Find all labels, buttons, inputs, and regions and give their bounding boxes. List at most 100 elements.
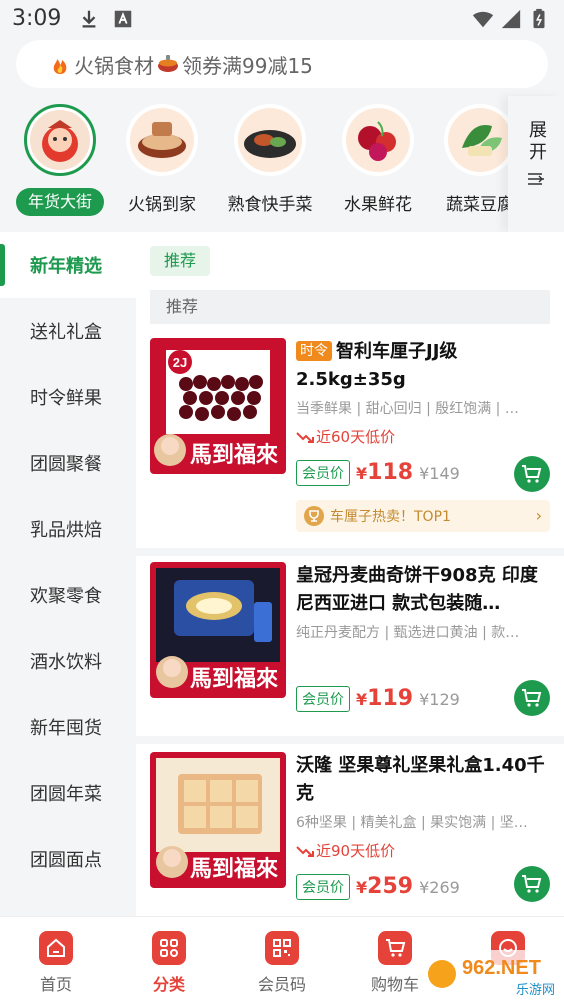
seasonal-badge: 时令 xyxy=(296,341,332,361)
product-card[interactable]: 2J 馬到福來 时令 智利车厘子JJ级 2.5kg±35g 当季鲜果 | 甜心回归… xyxy=(136,338,564,548)
menu-lines-icon xyxy=(528,173,544,185)
sidebar-item-pastries[interactable]: 团圆面点 xyxy=(0,826,136,892)
home-icon xyxy=(39,931,73,965)
product-image[interactable]: 馬到福來 xyxy=(150,752,286,888)
divider xyxy=(136,548,564,556)
search-bar[interactable]: 火锅食材 领券满99减15 xyxy=(16,40,548,88)
price-row: 会员价 ¥259 ¥269 xyxy=(296,874,460,900)
qr-code-icon xyxy=(265,931,299,965)
category-item-fruit[interactable]: 水果鲜花 xyxy=(330,104,426,224)
svg-text:962.NET: 962.NET xyxy=(462,957,541,979)
product-list: 推荐 推荐 2J 馬到福來 时令 智利车厘子JJ级 2.5kg±35g 当季鲜果 … xyxy=(136,232,564,916)
cart-icon xyxy=(522,875,542,893)
category-item-nianhuo[interactable]: 年货大街 xyxy=(12,104,108,224)
add-to-cart-button[interactable] xyxy=(514,866,550,902)
member-price-tag: 会员价 xyxy=(296,686,350,712)
category-item-hotpot[interactable]: 火锅到家 xyxy=(114,104,210,224)
product-image-caption: 馬到福來 xyxy=(190,442,278,468)
low-price-text: 近90天低价 xyxy=(316,842,396,860)
sidebar-item-gift-box[interactable]: 送礼礼盒 xyxy=(0,298,136,364)
product-image[interactable]: 2J 馬到福來 xyxy=(150,338,286,474)
price-value: 119 xyxy=(367,686,414,711)
sidebar-item-snacks[interactable]: 欢聚零食 xyxy=(0,562,136,628)
category-image xyxy=(234,104,306,176)
price: ¥119 xyxy=(356,686,413,711)
category-sidebar: 新年精选 送礼礼盒 时令鲜果 团圆聚餐 乳品烘焙 欢聚零食 酒水饮料 新年囤货 … xyxy=(0,232,136,916)
hot-ranking-text: 车厘子热卖！TOP1 xyxy=(330,509,451,525)
price-value: 259 xyxy=(367,874,414,899)
hot-ranking-bar[interactable]: 车厘子热卖！TOP1 › xyxy=(296,500,550,532)
product-subtitle: 纯正丹麦配方 | 甄选进口黄油 | 款… xyxy=(296,625,520,641)
search-keyword: 火锅食材 xyxy=(74,53,154,78)
sidebar-item-dairy-bakery[interactable]: 乳品烘焙 xyxy=(0,496,136,562)
product-image-caption: 馬到福來 xyxy=(190,666,278,692)
sidebar-item-reunion-dinner[interactable]: 团圆聚餐 xyxy=(0,430,136,496)
price-row: 会员价 ¥119 ¥129 xyxy=(296,686,460,712)
product-subtitle: 6种坚果 | 精美礼盒 | 果实饱满 | 坚… xyxy=(296,815,528,831)
tab-category[interactable]: 分类 xyxy=(113,929,225,1004)
sidebar-item-drinks[interactable]: 酒水饮料 xyxy=(0,628,136,694)
expand-label: 展开 xyxy=(526,120,547,164)
grid-icon xyxy=(152,931,186,965)
product-title: 时令 智利车厘子JJ级 2.5kg±35g xyxy=(296,338,548,394)
low-price-text: 近60天低价 xyxy=(316,428,396,446)
svg-text:乐游网: 乐游网 xyxy=(516,983,555,998)
add-to-cart-button[interactable] xyxy=(514,680,550,716)
sidebar-item-reunion-dishes[interactable]: 团圆年菜 xyxy=(0,760,136,826)
product-subtitle: 当季鲜果 | 甜心回归 | 殷红饱满 | … xyxy=(296,401,519,417)
category-image xyxy=(342,104,414,176)
filter-chip-recommend[interactable]: 推荐 xyxy=(150,246,211,276)
divider xyxy=(136,736,564,744)
product-card[interactable]: 馬到福來 沃隆 坚果尊礼坚果礼盒1.40千克 6种坚果 | 精美礼盒 | 果实饱… xyxy=(136,752,564,916)
category-item-deli[interactable]: 熟食快手菜 xyxy=(222,104,318,224)
text-badge-icon xyxy=(114,10,132,28)
category-label: 年货大街 xyxy=(16,188,104,216)
hotpot-icon xyxy=(158,55,178,72)
trend-down-icon xyxy=(296,845,314,857)
currency-symbol: ¥ xyxy=(356,690,368,709)
add-to-cart-button[interactable] xyxy=(514,456,550,492)
tab-member-code[interactable]: 会员码 xyxy=(226,929,338,1004)
section-header: 推荐 xyxy=(150,290,550,324)
sidebar-item-stockup[interactable]: 新年囤货 xyxy=(0,694,136,760)
expand-categories-button[interactable]: 展开 xyxy=(508,96,564,232)
search-coupon-text: 领券满99减15 xyxy=(182,53,313,78)
sidebar-item-new-year-select[interactable]: 新年精选 xyxy=(0,232,136,298)
original-price: ¥269 xyxy=(419,878,460,897)
original-price: ¥129 xyxy=(419,690,460,709)
low-price-label: 近90天低价 xyxy=(296,840,395,861)
trophy-icon xyxy=(304,506,324,526)
status-bar: 3:09 xyxy=(0,0,564,36)
category-strip: 年货大街 火锅到家 熟食快手菜 水果鲜花 蔬菜豆腐 展开 xyxy=(0,96,564,232)
category-label: 水果鲜花 xyxy=(344,195,412,215)
cart-icon xyxy=(522,465,542,483)
tab-label: 分类 xyxy=(152,975,185,994)
signal-icon xyxy=(501,9,521,29)
low-price-label: 近60天低价 xyxy=(296,426,395,447)
fire-icon xyxy=(53,59,67,74)
product-image[interactable]: 馬到福來 xyxy=(150,562,286,698)
category-label: 火锅到家 xyxy=(128,195,196,215)
tab-home[interactable]: 首页 xyxy=(0,929,112,1004)
category-image xyxy=(444,104,516,176)
product-image-caption: 馬到福來 xyxy=(190,856,278,882)
sidebar-item-seasonal-fruit[interactable]: 时令鲜果 xyxy=(0,364,136,430)
category-image xyxy=(24,104,96,176)
currency-symbol: ¥ xyxy=(356,878,368,897)
tab-label: 首页 xyxy=(39,975,72,994)
chevron-right-icon: › xyxy=(535,506,542,525)
tab-label: 会员码 xyxy=(257,975,306,994)
cart-icon xyxy=(378,931,412,965)
download-icon xyxy=(82,10,96,28)
price-value: 118 xyxy=(367,460,414,485)
watermark-logo: 962.NET 乐游网 xyxy=(424,950,558,998)
price: ¥118 xyxy=(356,460,413,485)
product-card[interactable]: 馬到福來 皇冠丹麦曲奇饼干908克 印度尼西亚进口 款式包装随… 纯正丹麦配方 … xyxy=(136,562,564,736)
price: ¥259 xyxy=(356,874,413,899)
price-row: 会员价 ¥118 ¥149 xyxy=(296,460,460,486)
category-label: 熟食快手菜 xyxy=(227,195,313,215)
wifi-icon xyxy=(472,11,494,28)
trend-down-icon xyxy=(296,431,314,443)
member-price-tag: 会员价 xyxy=(296,874,350,900)
battery-icon xyxy=(533,8,545,29)
